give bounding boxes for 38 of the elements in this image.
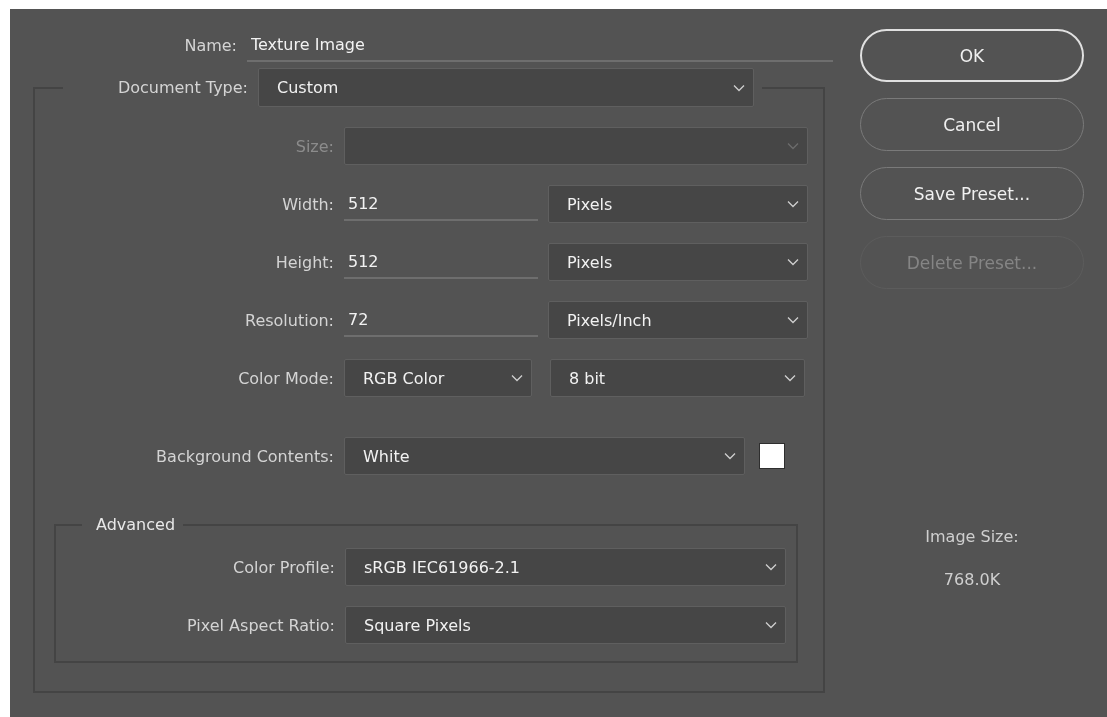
chevron-down-icon — [733, 83, 745, 92]
chevron-down-icon — [787, 200, 799, 208]
input-field[interactable]: 512 — [344, 187, 538, 221]
chevron-down-icon — [787, 258, 799, 266]
chevron-down-icon — [765, 621, 777, 629]
chevron-down-icon — [765, 563, 777, 571]
dropdown[interactable]: Pixels/Inch — [548, 301, 808, 339]
name-field[interactable]: Texture Image — [247, 29, 833, 62]
dropdown[interactable]: RGB Color — [344, 359, 532, 397]
color-swatch[interactable] — [759, 443, 785, 469]
dropdown[interactable]: Pixels — [548, 185, 808, 223]
field-label: Height: — [274, 252, 334, 272]
dialog-button[interactable]: OK — [860, 29, 1084, 82]
field-label: Resolution: — [244, 310, 334, 330]
field-label: Width: — [281, 194, 334, 214]
dropdown[interactable]: Custom — [258, 68, 754, 107]
input-field[interactable]: 72 — [344, 303, 538, 337]
advanced-label: Color Profile: — [232, 557, 335, 577]
image-size-label: Image Size: — [925, 527, 1019, 546]
document-type-label: Document Type: — [116, 78, 248, 97]
chevron-down-icon — [724, 452, 736, 460]
name-label: Name: — [183, 36, 237, 57]
dropdown[interactable]: White — [344, 437, 745, 475]
advanced-label: Pixel Aspect Ratio: — [186, 615, 335, 635]
color-mode-label: Color Mode: — [237, 368, 334, 388]
dropdown[interactable]: 8 bit — [550, 359, 805, 397]
chevron-down-icon — [787, 142, 799, 150]
image-size-value: 768.0K — [943, 570, 1001, 589]
size-label: Size: — [294, 136, 334, 156]
chevron-down-icon — [784, 374, 796, 382]
input-field[interactable]: 512 — [344, 245, 538, 279]
chevron-down-icon — [511, 374, 523, 382]
dropdown[interactable]: Pixels — [548, 243, 808, 281]
chevron-down-icon — [787, 316, 799, 324]
background-label: Background Contents: — [155, 446, 334, 466]
advanced-title: Advanced — [95, 515, 176, 534]
dropdown[interactable]: sRGB IEC61966-2.1 — [345, 548, 786, 586]
dropdown[interactable]: Square Pixels — [345, 606, 786, 644]
